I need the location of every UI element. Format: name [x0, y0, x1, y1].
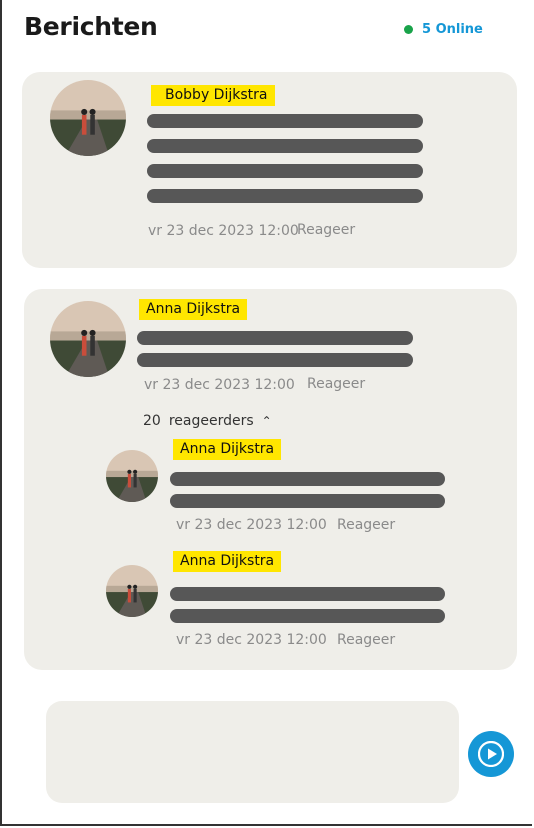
reply-button[interactable]: Reageer — [337, 632, 395, 648]
author-name[interactable]: Anna Dijkstra — [139, 299, 248, 320]
online-status: 5 Online — [404, 22, 483, 37]
reply-button[interactable]: Reageer — [297, 222, 355, 238]
timestamp: vr 23 dec 2023 12:00 — [176, 632, 327, 648]
avatar-photo — [50, 80, 126, 156]
message-text-line — [170, 587, 445, 601]
avatar[interactable] — [106, 450, 158, 502]
play-send-icon — [478, 741, 504, 767]
avatar[interactable] — [50, 301, 126, 377]
message-input[interactable] — [46, 701, 459, 803]
message-text-line — [147, 164, 423, 178]
message-text-line — [147, 139, 423, 153]
message-text-line — [137, 353, 413, 367]
online-dot-icon — [404, 25, 413, 34]
send-button[interactable] — [468, 731, 514, 777]
message-text-line — [170, 494, 445, 508]
message-text-line — [137, 331, 413, 345]
avatar[interactable] — [50, 80, 126, 156]
reply-button[interactable]: Reageer — [307, 376, 365, 392]
message-text-line — [147, 114, 423, 128]
message-text-line — [170, 472, 445, 486]
replies-toggle[interactable]: 20 reageerders ⌃ — [143, 413, 272, 429]
avatar-photo — [50, 301, 126, 377]
reply-button[interactable]: Reageer — [337, 517, 395, 533]
online-count: 5 Online — [422, 22, 483, 37]
message-text-line — [147, 189, 423, 203]
replies-count: 20 — [143, 413, 161, 429]
replies-label: reageerders — [168, 413, 254, 429]
avatar-photo — [106, 565, 158, 617]
author-name[interactable]: Bobby Dijkstra — [151, 85, 276, 106]
timestamp: vr 23 dec 2023 12:00 — [144, 377, 295, 393]
author-name[interactable]: Anna Dijkstra — [173, 551, 282, 572]
chevron-up-icon: ⌃ — [261, 414, 272, 428]
page-title: Berichten — [24, 12, 158, 41]
avatar-photo — [106, 450, 158, 502]
avatar[interactable] — [106, 565, 158, 617]
author-name[interactable]: Anna Dijkstra — [173, 439, 282, 460]
message-text-line — [170, 609, 445, 623]
timestamp: vr 23 dec 2023 12:00 — [148, 223, 299, 239]
timestamp: vr 23 dec 2023 12:00 — [176, 517, 327, 533]
